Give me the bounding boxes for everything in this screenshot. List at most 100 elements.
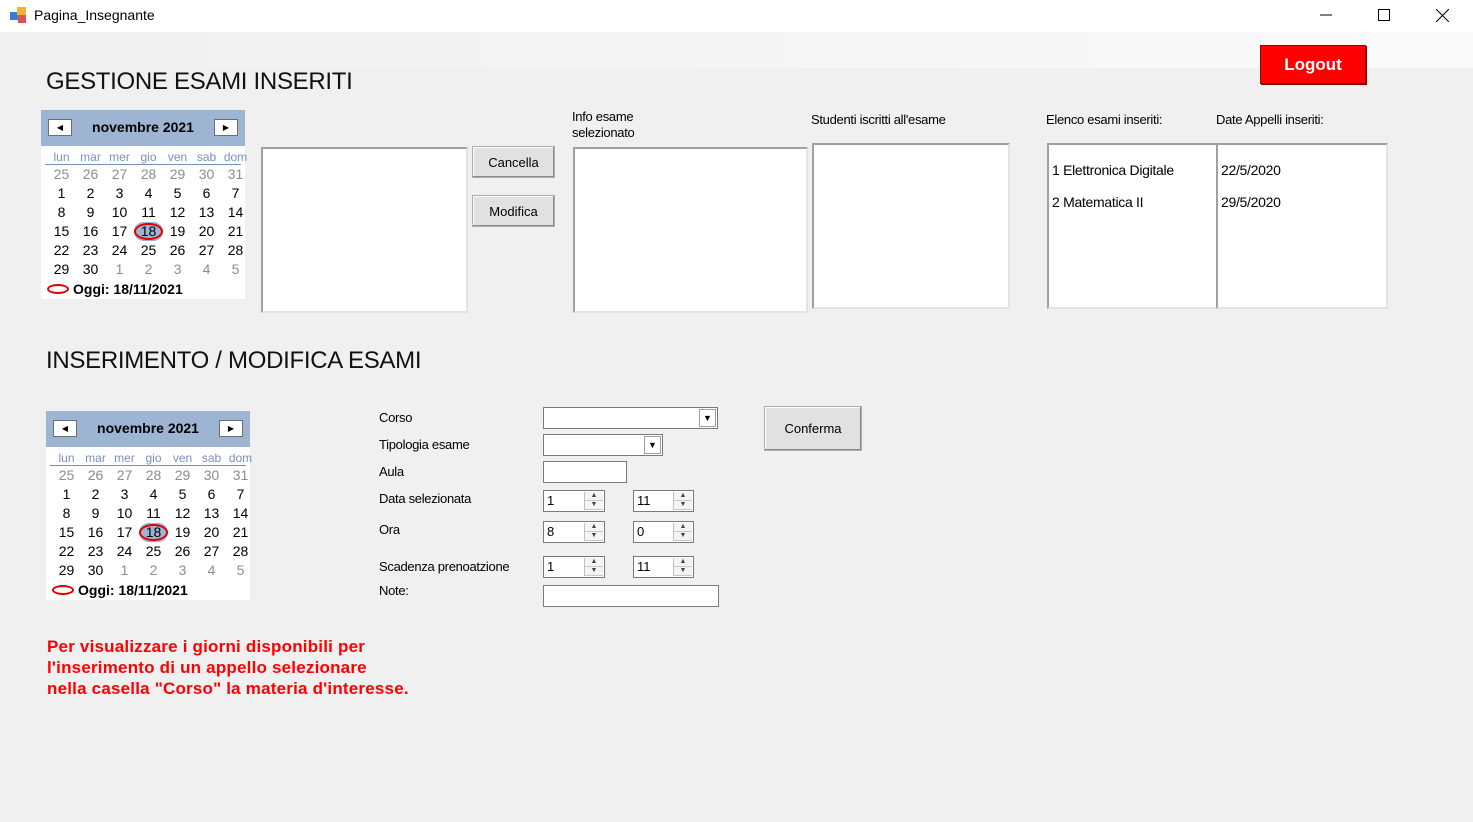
calendar-day[interactable]: 27 [110, 466, 139, 485]
calendar-day[interactable]: 2 [139, 561, 168, 580]
calendar-day[interactable]: 28 [134, 165, 163, 184]
calendar-day[interactable]: 3 [168, 561, 197, 580]
scadenza-day-spinner[interactable]: 1 ▲ ▼ [543, 556, 605, 578]
calendar-day-today[interactable]: 18 [139, 523, 168, 542]
calendar-day[interactable]: 11 [134, 203, 163, 222]
calendar-day[interactable]: 6 [192, 184, 221, 203]
calendar-day[interactable]: 24 [105, 241, 134, 260]
calendar-day[interactable]: 2 [76, 184, 105, 203]
calendar-day[interactable]: 9 [76, 203, 105, 222]
calendar-day[interactable]: 13 [197, 504, 226, 523]
data-month-spinner[interactable]: 11 ▲ ▼ [633, 490, 694, 512]
calendar-day[interactable]: 22 [52, 542, 81, 561]
calendar-day[interactable]: 16 [76, 222, 105, 241]
calendar-day[interactable]: 29 [163, 165, 192, 184]
calendar-day[interactable]: 29 [47, 260, 76, 279]
calendar-day[interactable]: 17 [110, 523, 139, 542]
calendar-day[interactable]: 21 [226, 523, 255, 542]
calendar-day[interactable]: 7 [221, 184, 250, 203]
calendar-day[interactable]: 26 [168, 542, 197, 561]
calendar-day[interactable]: 25 [134, 241, 163, 260]
calendar-day[interactable]: 7 [226, 485, 255, 504]
exam-list-box[interactable] [261, 147, 468, 313]
calendar-day[interactable]: 10 [110, 504, 139, 523]
calendar-day[interactable]: 3 [110, 485, 139, 504]
calendar-day[interactable]: 25 [139, 542, 168, 561]
calendar-day[interactable]: 29 [168, 466, 197, 485]
calendar-day[interactable]: 28 [139, 466, 168, 485]
calendar-day[interactable]: 27 [105, 165, 134, 184]
corso-select[interactable]: ▼ [543, 407, 718, 429]
calendar-day-today[interactable]: 18 [134, 222, 163, 241]
logout-button[interactable]: Logout [1260, 45, 1366, 84]
chevron-down-icon[interactable]: ▼ [644, 436, 661, 454]
calendar-day[interactable]: 6 [197, 485, 226, 504]
cancella-button[interactable]: Cancella [472, 146, 555, 178]
calendar-day[interactable]: 1 [110, 561, 139, 580]
data-day-spinner[interactable]: 1 ▲ ▼ [543, 490, 605, 512]
calendar-day[interactable]: 9 [81, 504, 110, 523]
calendar-days[interactable]: 25 26 27 28 29 30 31 1 2 3 4 5 6 7 8 9 10 11 12 13 14 15 16 17 1… [43, 165, 245, 279]
calendar-day[interactable]: 2 [81, 485, 110, 504]
list-item[interactable]: 1 Elettronica Digitale [1052, 162, 1174, 178]
calendar-day[interactable]: 30 [197, 466, 226, 485]
calendar-day[interactable]: 17 [105, 222, 134, 241]
minimize-button[interactable] [1297, 0, 1355, 30]
close-button[interactable] [1413, 0, 1471, 30]
calendar-day[interactable]: 28 [221, 241, 250, 260]
today-link[interactable]: Oggi: 18/11/2021 [46, 580, 250, 600]
calendar-day[interactable]: 5 [221, 260, 250, 279]
calendar-day[interactable]: 14 [221, 203, 250, 222]
calendar-day[interactable]: 3 [105, 184, 134, 203]
list-item[interactable]: 29/5/2020 [1221, 194, 1281, 210]
info-esame-box[interactable] [573, 147, 808, 313]
calendar-day[interactable]: 23 [76, 241, 105, 260]
calendar-day[interactable]: 13 [192, 203, 221, 222]
calendar-day[interactable]: 28 [226, 542, 255, 561]
calendar-top[interactable]: ◀ novembre 2021 ▶ lun mar mer gio ven sab dom … [41, 110, 247, 299]
calendar-day[interactable]: 25 [52, 466, 81, 485]
ora-hour-spinner[interactable]: 8 ▲ ▼ [543, 521, 605, 543]
calendar-day[interactable]: 31 [221, 165, 250, 184]
calendar-day[interactable]: 20 [192, 222, 221, 241]
calendar-day[interactable]: 19 [168, 523, 197, 542]
calendar-day[interactable]: 4 [139, 485, 168, 504]
calendar-day[interactable]: 27 [192, 241, 221, 260]
calendar-day[interactable]: 30 [76, 260, 105, 279]
calendar-day[interactable]: 20 [197, 523, 226, 542]
calendar-day[interactable]: 2 [134, 260, 163, 279]
calendar-day[interactable]: 5 [163, 184, 192, 203]
calendar-day[interactable]: 21 [221, 222, 250, 241]
calendar-day[interactable]: 26 [163, 241, 192, 260]
calendar-day[interactable]: 4 [192, 260, 221, 279]
calendar-day[interactable]: 8 [52, 504, 81, 523]
scadenza-month-spinner[interactable]: 11 ▲ ▼ [633, 556, 694, 578]
calendar-day[interactable]: 1 [47, 184, 76, 203]
aula-input[interactable] [543, 461, 627, 483]
calendar-day[interactable]: 5 [168, 485, 197, 504]
studenti-box[interactable] [812, 143, 1010, 309]
calendar-day[interactable]: 25 [47, 165, 76, 184]
calendar-day[interactable]: 29 [52, 561, 81, 580]
maximize-button[interactable] [1355, 0, 1413, 30]
date-appelli-list[interactable]: 22/5/2020 29/5/2020 [1216, 143, 1388, 309]
calendar-day[interactable]: 24 [110, 542, 139, 561]
calendar-day[interactable]: 8 [47, 203, 76, 222]
calendar-day[interactable]: 12 [163, 203, 192, 222]
conferma-button[interactable]: Conferma [764, 406, 862, 451]
calendar-day[interactable]: 30 [81, 561, 110, 580]
calendar-days[interactable]: 25 26 27 28 29 30 31 1 2 3 4 5 6 7 8 9 10 11 12 13 14 15 16 17 1… [48, 466, 250, 580]
tipologia-select[interactable]: ▼ [543, 434, 663, 456]
calendar-day[interactable]: 5 [226, 561, 255, 580]
note-input[interactable] [543, 585, 719, 607]
calendar-day[interactable]: 4 [134, 184, 163, 203]
calendar-day[interactable]: 1 [52, 485, 81, 504]
calendar-day[interactable]: 3 [163, 260, 192, 279]
calendar-day[interactable]: 23 [81, 542, 110, 561]
modifica-button[interactable]: Modifica [472, 195, 555, 227]
next-month-icon[interactable]: ▶ [214, 119, 238, 136]
calendar-day[interactable]: 12 [168, 504, 197, 523]
calendar-day[interactable]: 26 [81, 466, 110, 485]
calendar-bottom[interactable]: ◀ novembre 2021 ▶ lun mar mer gio ven sab dom … [46, 411, 252, 600]
today-link[interactable]: Oggi: 18/11/2021 [41, 279, 245, 299]
